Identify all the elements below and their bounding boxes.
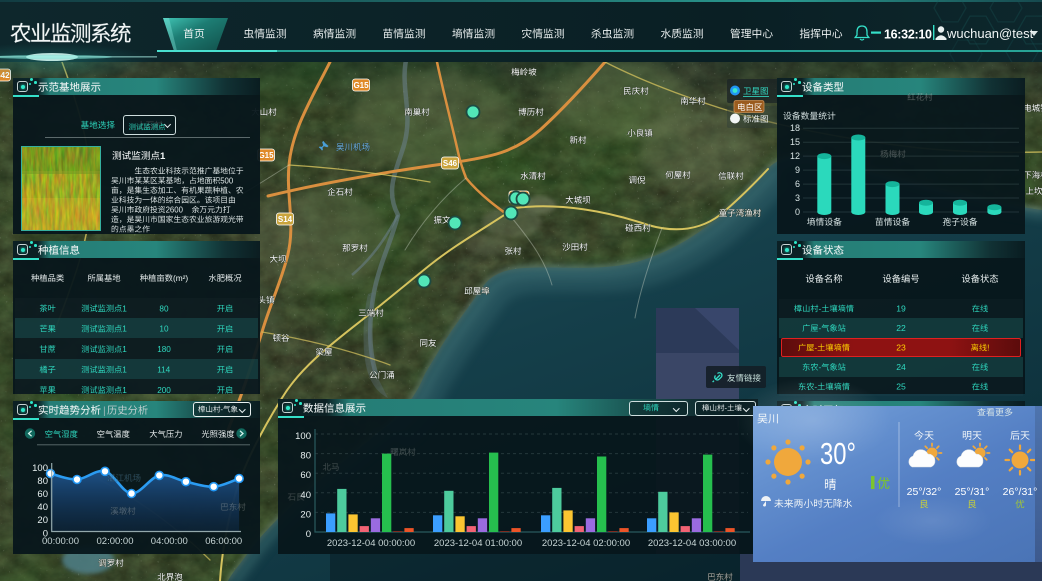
svg-text:G15: G15 (353, 81, 369, 90)
svg-text:S46: S46 (443, 159, 458, 168)
svg-text:S14: S14 (278, 215, 293, 224)
svg-text:G15: G15 (258, 151, 274, 160)
